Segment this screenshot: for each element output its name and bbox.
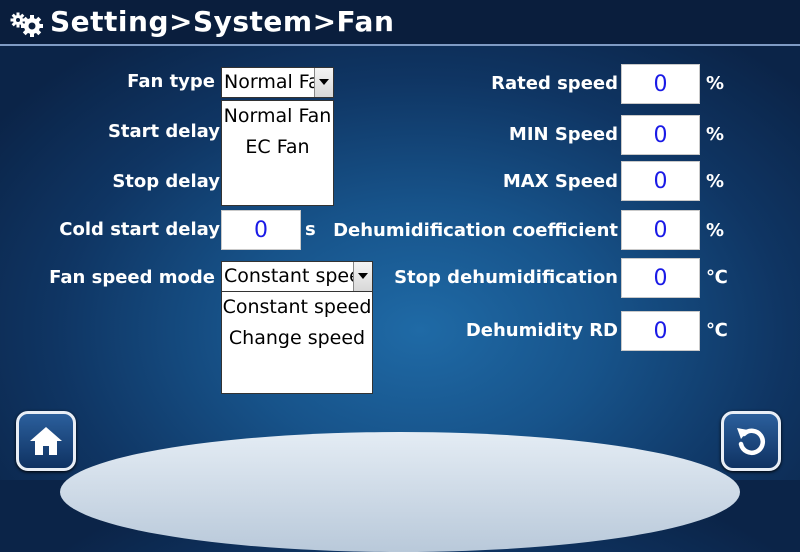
back-icon	[737, 428, 766, 455]
fan-type-dropdown[interactable]: Normal Fan EC Fan	[221, 100, 334, 206]
stop-delay-label: Stop delay	[112, 171, 220, 192]
home-button[interactable]	[16, 411, 76, 471]
min-speed-label: MIN Speed	[508, 124, 618, 145]
cold-start-delay-unit: s	[305, 219, 316, 240]
max-speed-input[interactable]: 0	[621, 161, 700, 201]
dehum-coeff-unit: %	[706, 220, 725, 241]
start-delay-label: Start delay	[107, 121, 220, 142]
fan-speed-mode-dropdown[interactable]: Constant speed Change speed	[221, 291, 373, 394]
min-speed-input[interactable]: 0	[621, 115, 700, 155]
rated-speed-unit: %	[706, 73, 725, 94]
fan-speed-mode-option-constant[interactable]: Constant speed	[222, 292, 372, 323]
home-icon	[30, 427, 62, 455]
fan-speed-mode-select[interactable]: Constant spee	[221, 261, 373, 292]
gears-icon	[10, 12, 43, 37]
fan-type-option-normal[interactable]: Normal Fan	[222, 101, 333, 132]
chevron-down-icon[interactable]	[314, 68, 333, 97]
rated-speed-label: Rated speed	[491, 73, 618, 94]
dehum-rd-input[interactable]: 0	[621, 311, 700, 351]
dehum-coeff-label: Dehumidification coefficient	[333, 220, 618, 241]
fan-type-select[interactable]: Normal Fa	[221, 67, 334, 98]
max-speed-label: MAX Speed	[502, 171, 618, 192]
title-bar: Setting>System>Fan	[0, 0, 800, 46]
stop-dehum-input[interactable]: 0	[621, 258, 700, 298]
page-title: Setting>System>Fan	[50, 5, 395, 38]
stop-dehum-unit: ℃	[706, 267, 728, 288]
back-button[interactable]	[721, 411, 781, 471]
dehum-rd-label: Dehumidity RD	[465, 320, 618, 341]
fan-speed-mode-label: Fan speed mode	[49, 267, 215, 288]
fan-type-selected: Normal Fa	[224, 71, 320, 93]
min-speed-unit: %	[706, 124, 725, 145]
cold-start-delay-input[interactable]: 0	[221, 210, 301, 250]
rated-speed-input[interactable]: 0	[621, 64, 700, 104]
dehum-rd-unit: ℃	[706, 320, 728, 341]
background-floor	[60, 432, 740, 552]
fan-speed-mode-option-change[interactable]: Change speed	[222, 323, 372, 354]
cold-start-delay-label: Cold start delay	[59, 219, 220, 240]
fan-type-option-ec[interactable]: EC Fan	[222, 132, 333, 163]
max-speed-unit: %	[706, 171, 725, 192]
dehum-coeff-input[interactable]: 0	[621, 210, 700, 250]
fan-type-label: Fan type	[127, 71, 215, 92]
fan-speed-mode-selected: Constant spee	[224, 265, 361, 287]
stop-dehum-label: Stop dehumidification	[394, 267, 618, 288]
